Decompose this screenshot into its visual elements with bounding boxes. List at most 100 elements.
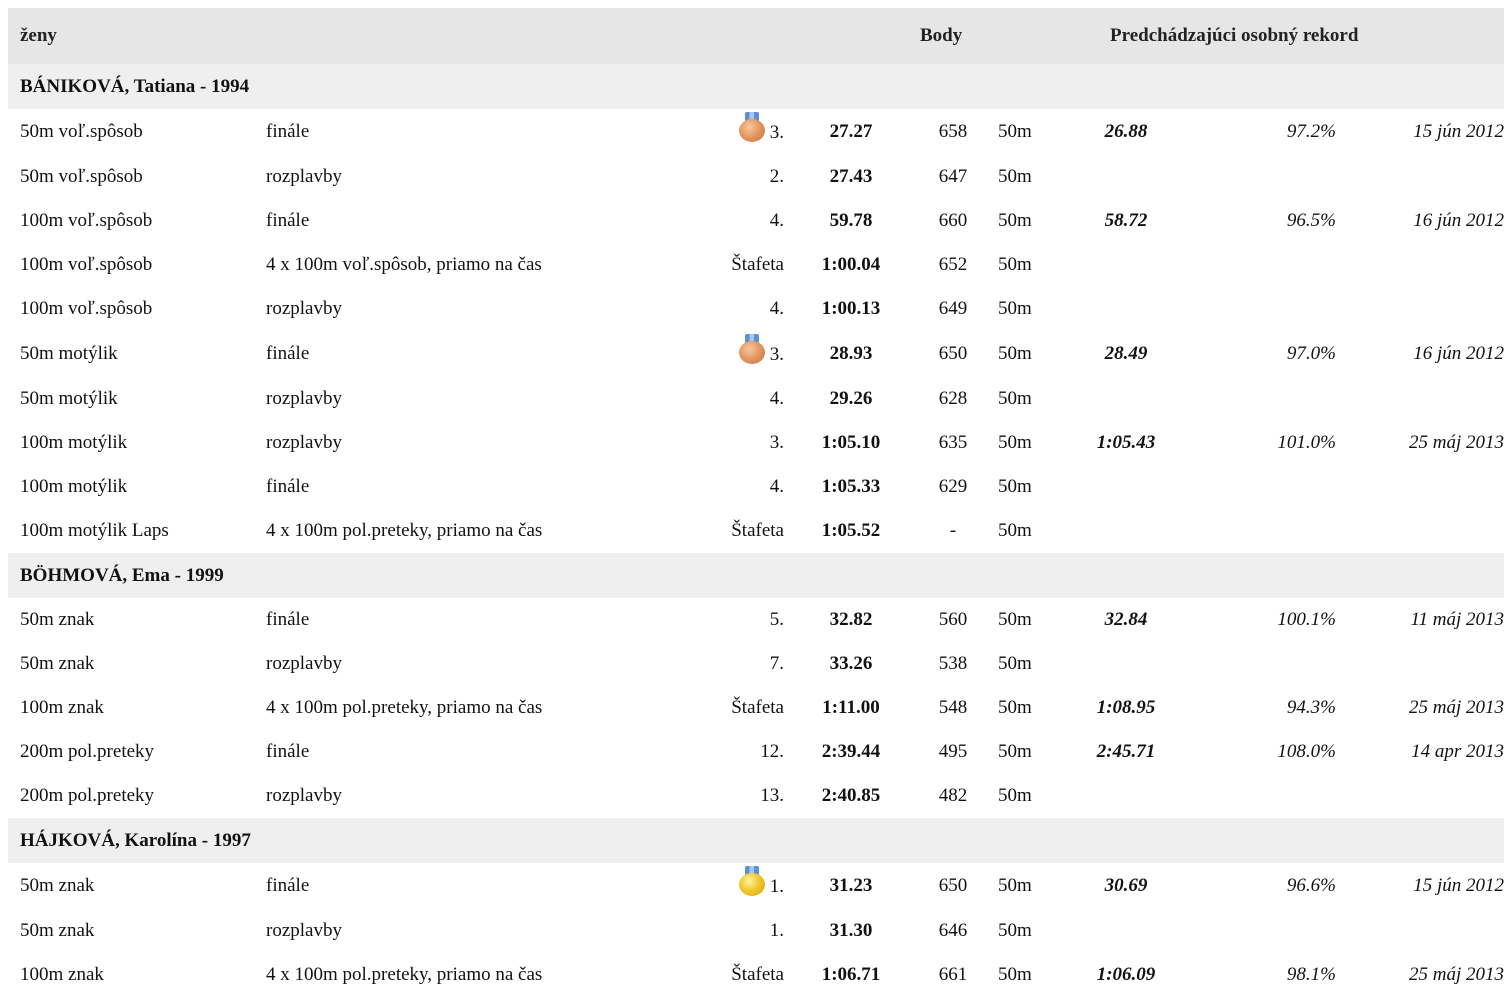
- event-name[interactable]: 100m voľ.spôsob: [8, 199, 266, 243]
- result-row: 100m voľ.spôsob 4 x 100m voľ.spôsob, pria…: [8, 243, 1504, 287]
- points: 660: [938, 210, 968, 231]
- result-time: 27.43: [829, 166, 873, 187]
- personal-best-date: 15 jún 2012: [1413, 121, 1504, 142]
- event-name[interactable]: 50m voľ.spôsob: [8, 109, 266, 155]
- category-header: ženy: [20, 25, 57, 46]
- result-row: 50m znak rozplavby 1. 31.30 646 50m: [8, 909, 1504, 953]
- personal-best-percent: 98.1%: [1286, 964, 1336, 985]
- pool-course: 50m: [998, 741, 1032, 762]
- event-name[interactable]: 100m motýlik: [8, 421, 266, 465]
- points: 647: [938, 166, 968, 187]
- personal-best-percent: 96.6%: [1286, 875, 1336, 896]
- pool-course: 50m: [998, 166, 1032, 187]
- place-label: 5.: [769, 609, 784, 630]
- pool-course: 50m: [998, 609, 1032, 630]
- place-label: 13.: [760, 785, 784, 806]
- event-name[interactable]: 100m znak: [8, 953, 266, 997]
- place-label: 3.: [769, 344, 784, 365]
- result-time: 1:05.10: [821, 432, 881, 453]
- medal-disc: [738, 119, 765, 142]
- pool-course: 50m: [998, 964, 1032, 985]
- results-table-body: ženy Body Predchádzajúci osobný rekord B…: [8, 8, 1504, 997]
- place-wrap: 4.: [770, 476, 784, 498]
- place-wrap: Štafeta: [731, 520, 784, 542]
- place-label: 4.: [769, 298, 784, 319]
- personal-best-percent: 101.0%: [1277, 432, 1336, 453]
- round-name: 4 x 100m pol.preteky, priamo na čas: [266, 520, 543, 541]
- personal-best-percent: 108.0%: [1277, 741, 1336, 762]
- round-name: 4 x 100m pol.preteky, priamo na čas: [266, 697, 543, 718]
- result-time: 2:40.85: [821, 785, 881, 806]
- gold-medal-icon: [738, 866, 766, 896]
- personal-best-date: 11 máj 2013: [1410, 609, 1504, 630]
- points-header: Body: [920, 25, 963, 46]
- result-time: 1:00.04: [821, 254, 881, 275]
- swimmer-row: HÁJKOVÁ, Karolína - 1997: [8, 818, 1504, 863]
- bronze-medal-icon: [738, 334, 766, 364]
- pool-course: 50m: [998, 476, 1032, 497]
- event-name[interactable]: 100m voľ.spôsob: [8, 243, 266, 287]
- personal-best-date: [1344, 509, 1504, 553]
- place-label: 4.: [769, 388, 784, 409]
- event-name[interactable]: 100m voľ.spôsob: [8, 287, 266, 331]
- event-name[interactable]: 50m znak: [8, 909, 266, 953]
- result-time: 1:00.13: [821, 298, 881, 319]
- result-time: 1:05.33: [821, 476, 881, 497]
- personal-best-time: [1068, 377, 1184, 421]
- personal-best-date: 16 jún 2012: [1413, 343, 1504, 364]
- place: 4.: [688, 377, 784, 421]
- place-wrap: 13.: [760, 785, 784, 807]
- place-wrap: 12.: [760, 741, 784, 763]
- place-label: 1.: [769, 876, 784, 897]
- event-name[interactable]: 50m motýlik: [8, 331, 266, 377]
- points: 635: [938, 432, 968, 453]
- personal-best-percent: 97.0%: [1286, 343, 1336, 364]
- round-name: finále: [266, 476, 310, 497]
- personal-best-date: 16 jún 2012: [1413, 210, 1504, 231]
- result-row: 50m znak rozplavby 7. 33.26 538 50m: [8, 642, 1504, 686]
- place-wrap: 3.: [738, 334, 784, 366]
- personal-best-date: 25 máj 2013: [1409, 697, 1504, 718]
- event-name[interactable]: 50m voľ.spôsob: [8, 155, 266, 199]
- points: -: [949, 520, 957, 541]
- table-header: ženy Body Predchádzajúci osobný rekord: [8, 8, 1504, 64]
- event-name[interactable]: 100m motýlik: [8, 465, 266, 509]
- round-name: 4 x 100m pol.preteky, priamo na čas: [266, 964, 543, 985]
- pool-course: 50m: [998, 520, 1032, 541]
- points: 646: [938, 920, 968, 941]
- result-row: 100m znak 4 x 100m pol.preteky, priamo na…: [8, 953, 1504, 997]
- pool-course: 50m: [998, 343, 1032, 364]
- event-name[interactable]: 200m pol.preteky: [8, 730, 266, 774]
- result-row: 50m voľ.spôsob rozplavby 2. 27.43 647 50m: [8, 155, 1504, 199]
- place-label: Štafeta: [731, 520, 784, 541]
- pool-course: 50m: [998, 388, 1032, 409]
- personal-best-time: [1068, 465, 1184, 509]
- pool-course: 50m: [998, 432, 1032, 453]
- pool-course: 50m: [998, 121, 1032, 142]
- event-name[interactable]: 50m znak: [8, 642, 266, 686]
- event-name[interactable]: 100m motýlik Laps: [8, 509, 266, 553]
- event-name[interactable]: 50m znak: [8, 863, 266, 909]
- round-name: rozplavby: [266, 653, 342, 674]
- swimmer-name[interactable]: HÁJKOVÁ, Karolína - 1997: [8, 818, 1504, 863]
- result-time: 1:05.52: [821, 520, 881, 541]
- pool-course: 50m: [998, 785, 1032, 806]
- event-name[interactable]: 100m znak: [8, 686, 266, 730]
- swimmer-name[interactable]: BÁNIKOVÁ, Tatiana - 1994: [8, 64, 1504, 109]
- place-label: 12.: [760, 741, 784, 762]
- result-time: 29.26: [829, 388, 873, 409]
- personal-best-time: [1068, 642, 1184, 686]
- swimmer-name[interactable]: BÖHMOVÁ, Ema - 1999: [8, 553, 1504, 598]
- result-time: 59.78: [829, 210, 873, 231]
- event-name[interactable]: 50m znak: [8, 598, 266, 642]
- result-row: 100m voľ.spôsob rozplavby 4. 1:00.13 649 50m: [8, 287, 1504, 331]
- personal-best-time: 26.88: [1104, 121, 1148, 142]
- event-name[interactable]: 50m motýlik: [8, 377, 266, 421]
- event-name[interactable]: 200m pol.preteky: [8, 774, 266, 818]
- place-wrap: 4.: [770, 210, 784, 232]
- round-name: rozplavby: [266, 785, 342, 806]
- personal-best-date: 25 máj 2013: [1409, 432, 1504, 453]
- bronze-medal-icon: [738, 112, 766, 142]
- personal-best-percent: 94.3%: [1286, 697, 1336, 718]
- place-wrap: Štafeta: [731, 697, 784, 719]
